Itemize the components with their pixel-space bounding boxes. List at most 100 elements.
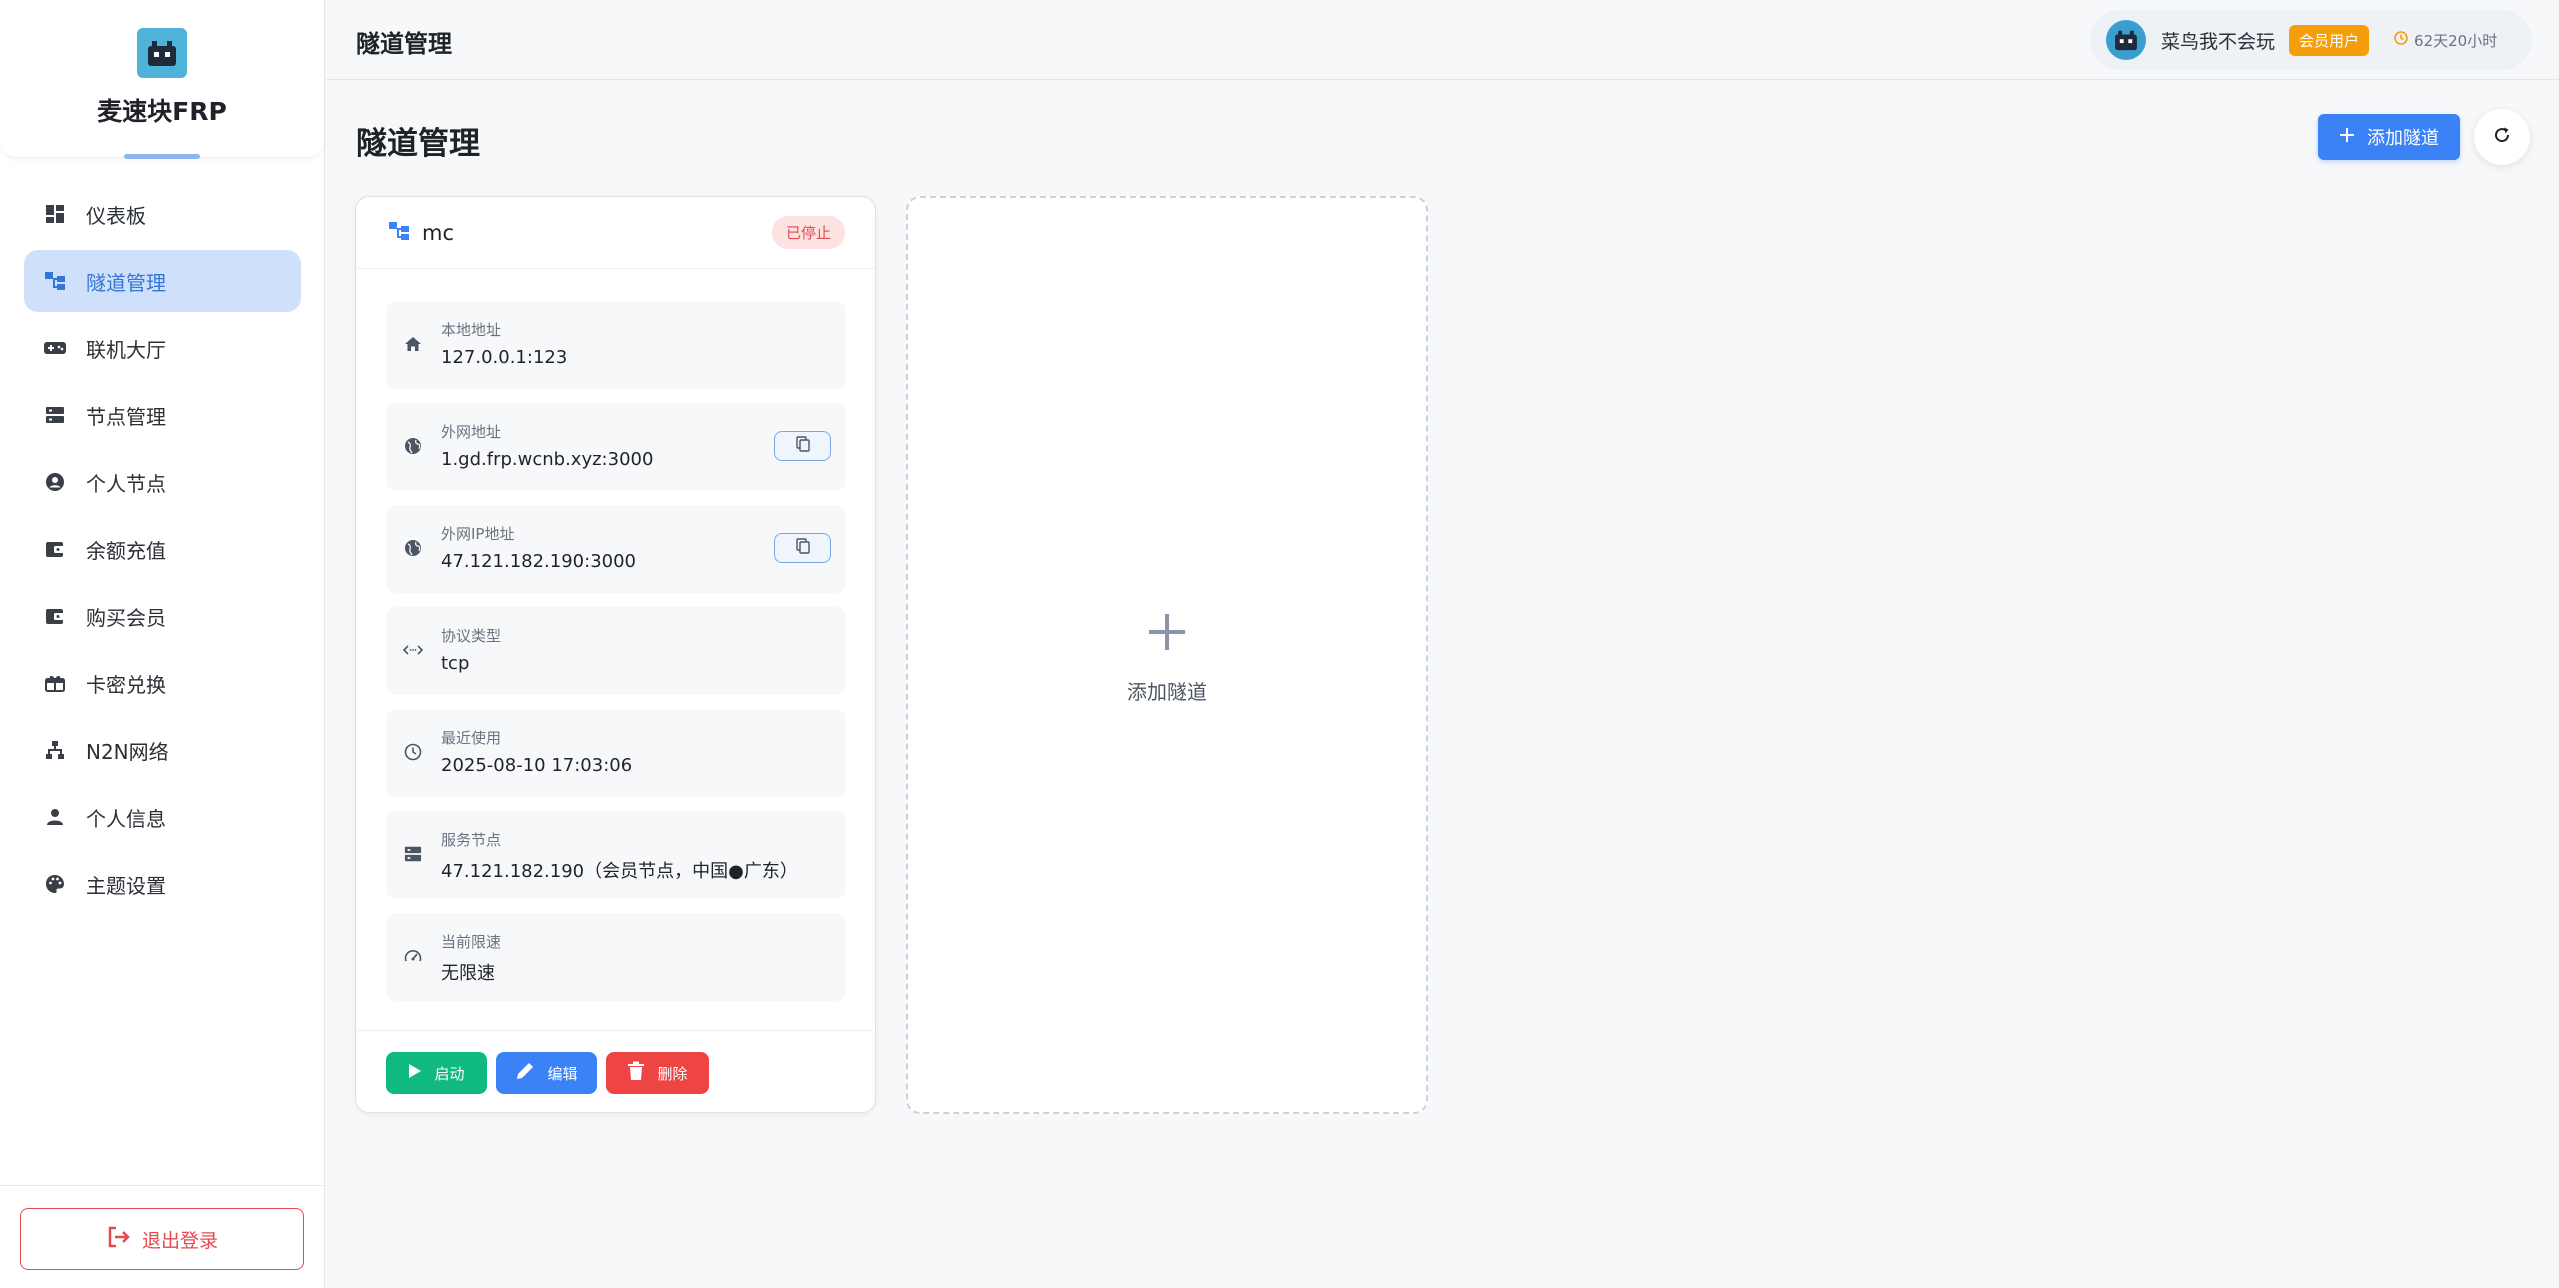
sidebar-item-personal-nodes[interactable]: 个人节点 — [24, 451, 301, 513]
globe-icon — [402, 435, 424, 457]
sidebar-item-label: 隧道管理 — [86, 270, 166, 295]
gamepad-icon — [44, 337, 66, 359]
field-value: 47.121.182.190（会员节点，中国●广东） — [441, 861, 798, 882]
delete-button[interactable]: 删除 — [606, 1052, 709, 1094]
sidebar-item-recharge[interactable]: 余额充值 — [24, 518, 301, 580]
field-label: 外网IP地址 — [441, 525, 515, 543]
sidebar-item-label: 节点管理 — [86, 404, 166, 429]
person-icon — [44, 806, 66, 828]
topbar: 隧道管理 菜鸟我不会玩 会员用户 62天20小时 — [326, 0, 2559, 80]
field-public-ip: 外网IP地址 47.121.182.190:3000 — [386, 505, 846, 593]
field-value: 1.gd.frp.wcnb.xyz:3000 — [441, 449, 654, 470]
brand-logo — [137, 28, 187, 78]
topbar-title: 隧道管理 — [356, 30, 452, 58]
brand-underline — [124, 154, 200, 159]
sidebar-item-label: 个人节点 — [86, 471, 166, 496]
sidebar-item-tunnels[interactable]: 隧道管理 — [24, 250, 301, 312]
server-icon — [44, 404, 66, 426]
brand-name: 麦速块FRP — [97, 97, 227, 126]
field-label: 最近使用 — [441, 729, 502, 747]
user-circle-icon — [44, 471, 66, 493]
field-local-address: 本地地址 127.0.0.1:123 — [386, 301, 846, 389]
field-value: 无限速 — [441, 963, 495, 984]
vip-badge: 会员用户 — [2289, 24, 2370, 56]
sidebar-item-lobby[interactable]: 联机大厅 — [24, 317, 301, 379]
wallet-icon — [44, 538, 66, 560]
tunnel-name: mc — [422, 220, 455, 245]
field-service-node: 服务节点 47.121.182.190（会员节点，中国●广东） — [386, 811, 846, 899]
edit-button[interactable]: 编辑 — [496, 1052, 597, 1094]
sidebar-item-profile[interactable]: 个人信息 — [24, 786, 301, 848]
field-value: 47.121.182.190:3000 — [441, 551, 637, 572]
copy-button[interactable] — [774, 533, 831, 563]
network-icon — [44, 739, 66, 761]
plus-icon — [2339, 127, 2355, 148]
tunnel-card-actions: 启动 编辑 删除 — [356, 1030, 874, 1112]
copy-button[interactable] — [774, 431, 831, 461]
sidebar-item-redeem[interactable]: 卡密兑换 — [24, 652, 301, 714]
speedometer-icon — [402, 945, 424, 967]
sidebar-item-label: 卡密兑换 — [86, 672, 166, 697]
delete-label: 删除 — [657, 1064, 688, 1083]
trash-icon — [627, 1061, 645, 1085]
sidebar-item-nodes[interactable]: 节点管理 — [24, 384, 301, 446]
globe-icon — [402, 537, 424, 559]
sidebar-item-label: N2N网络 — [86, 739, 169, 764]
sidebar-item-label: 仪表板 — [86, 203, 146, 228]
edit-label: 编辑 — [547, 1064, 578, 1083]
palette-icon — [44, 873, 66, 895]
plus-icon — [1147, 606, 1187, 662]
add-tunnel-button[interactable]: 添加隧道 — [2318, 114, 2460, 160]
tunnel-icon — [44, 270, 66, 292]
sidebar-item-dashboard[interactable]: 仪表板 — [24, 183, 301, 245]
play-icon — [408, 1063, 422, 1083]
add-tunnel-card-label: 添加隧道 — [1127, 679, 1207, 704]
sidebar: 麦速块FRP 仪表板 隧道管理 联机大厅 节点管理 个人节点 余额充值 购买会员… — [0, 0, 325, 1288]
refresh-icon — [2492, 125, 2512, 149]
pencil-icon — [515, 1061, 535, 1085]
status-badge: 已停止 — [771, 216, 845, 249]
refresh-button[interactable] — [2474, 109, 2530, 165]
tunnel-icon — [388, 221, 410, 245]
start-label: 启动 — [434, 1064, 465, 1083]
tunnel-card: mc 已停止 本地地址 127.0.0.1:123 外网地址 1.gd.frp.… — [355, 196, 876, 1113]
page-title: 隧道管理 — [356, 126, 480, 162]
field-label: 服务节点 — [441, 831, 502, 849]
field-label: 本地地址 — [441, 321, 502, 339]
code-icon — [402, 639, 424, 661]
expire-info: 62天20小时 — [2394, 30, 2497, 51]
sidebar-item-theme[interactable]: 主题设置 — [24, 853, 301, 915]
field-value: 127.0.0.1:123 — [441, 347, 568, 368]
copy-icon — [795, 538, 810, 558]
sidebar-item-label: 个人信息 — [86, 806, 166, 831]
sidebar-item-label: 联机大厅 — [86, 337, 166, 362]
copy-icon — [795, 436, 810, 456]
field-last-used: 最近使用 2025-08-10 17:03:06 — [386, 709, 846, 797]
logout-area: 退出登录 — [0, 1185, 325, 1288]
sidebar-item-label: 主题设置 — [86, 873, 166, 898]
home-icon — [402, 333, 424, 355]
logout-button[interactable]: 退出登录 — [20, 1208, 304, 1270]
add-tunnel-label: 添加隧道 — [2367, 128, 2439, 149]
logout-label: 退出登录 — [141, 1229, 218, 1252]
sidebar-item-n2n[interactable]: N2N网络 — [24, 719, 301, 781]
field-label: 当前限速 — [441, 933, 502, 951]
server-icon — [402, 843, 424, 865]
field-public-address: 外网地址 1.gd.frp.wcnb.xyz:3000 — [386, 403, 846, 491]
field-value: tcp — [441, 653, 470, 674]
field-value: 2025-08-10 17:03:06 — [441, 755, 633, 776]
add-tunnel-card[interactable]: 添加隧道 — [906, 196, 1428, 1114]
sidebar-nav: 仪表板 隧道管理 联机大厅 节点管理 个人节点 余额充值 购买会员 卡密兑换 N… — [0, 183, 325, 920]
start-button[interactable]: 启动 — [386, 1052, 487, 1094]
dashboard-icon — [44, 203, 66, 225]
clock-icon — [402, 741, 424, 763]
gift-icon — [44, 672, 66, 694]
brand-header: 麦速块FRP — [0, 0, 324, 158]
user-menu[interactable]: 菜鸟我不会玩 会员用户 62天20小时 — [2090, 10, 2532, 70]
field-speed-limit: 当前限速 无限速 — [386, 913, 846, 1001]
sidebar-item-label: 余额充值 — [86, 538, 166, 563]
clock-icon — [2394, 31, 2408, 49]
user-name: 菜鸟我不会玩 — [2161, 30, 2276, 53]
avatar — [2106, 20, 2146, 60]
sidebar-item-buy-vip[interactable]: 购买会员 — [24, 585, 301, 647]
